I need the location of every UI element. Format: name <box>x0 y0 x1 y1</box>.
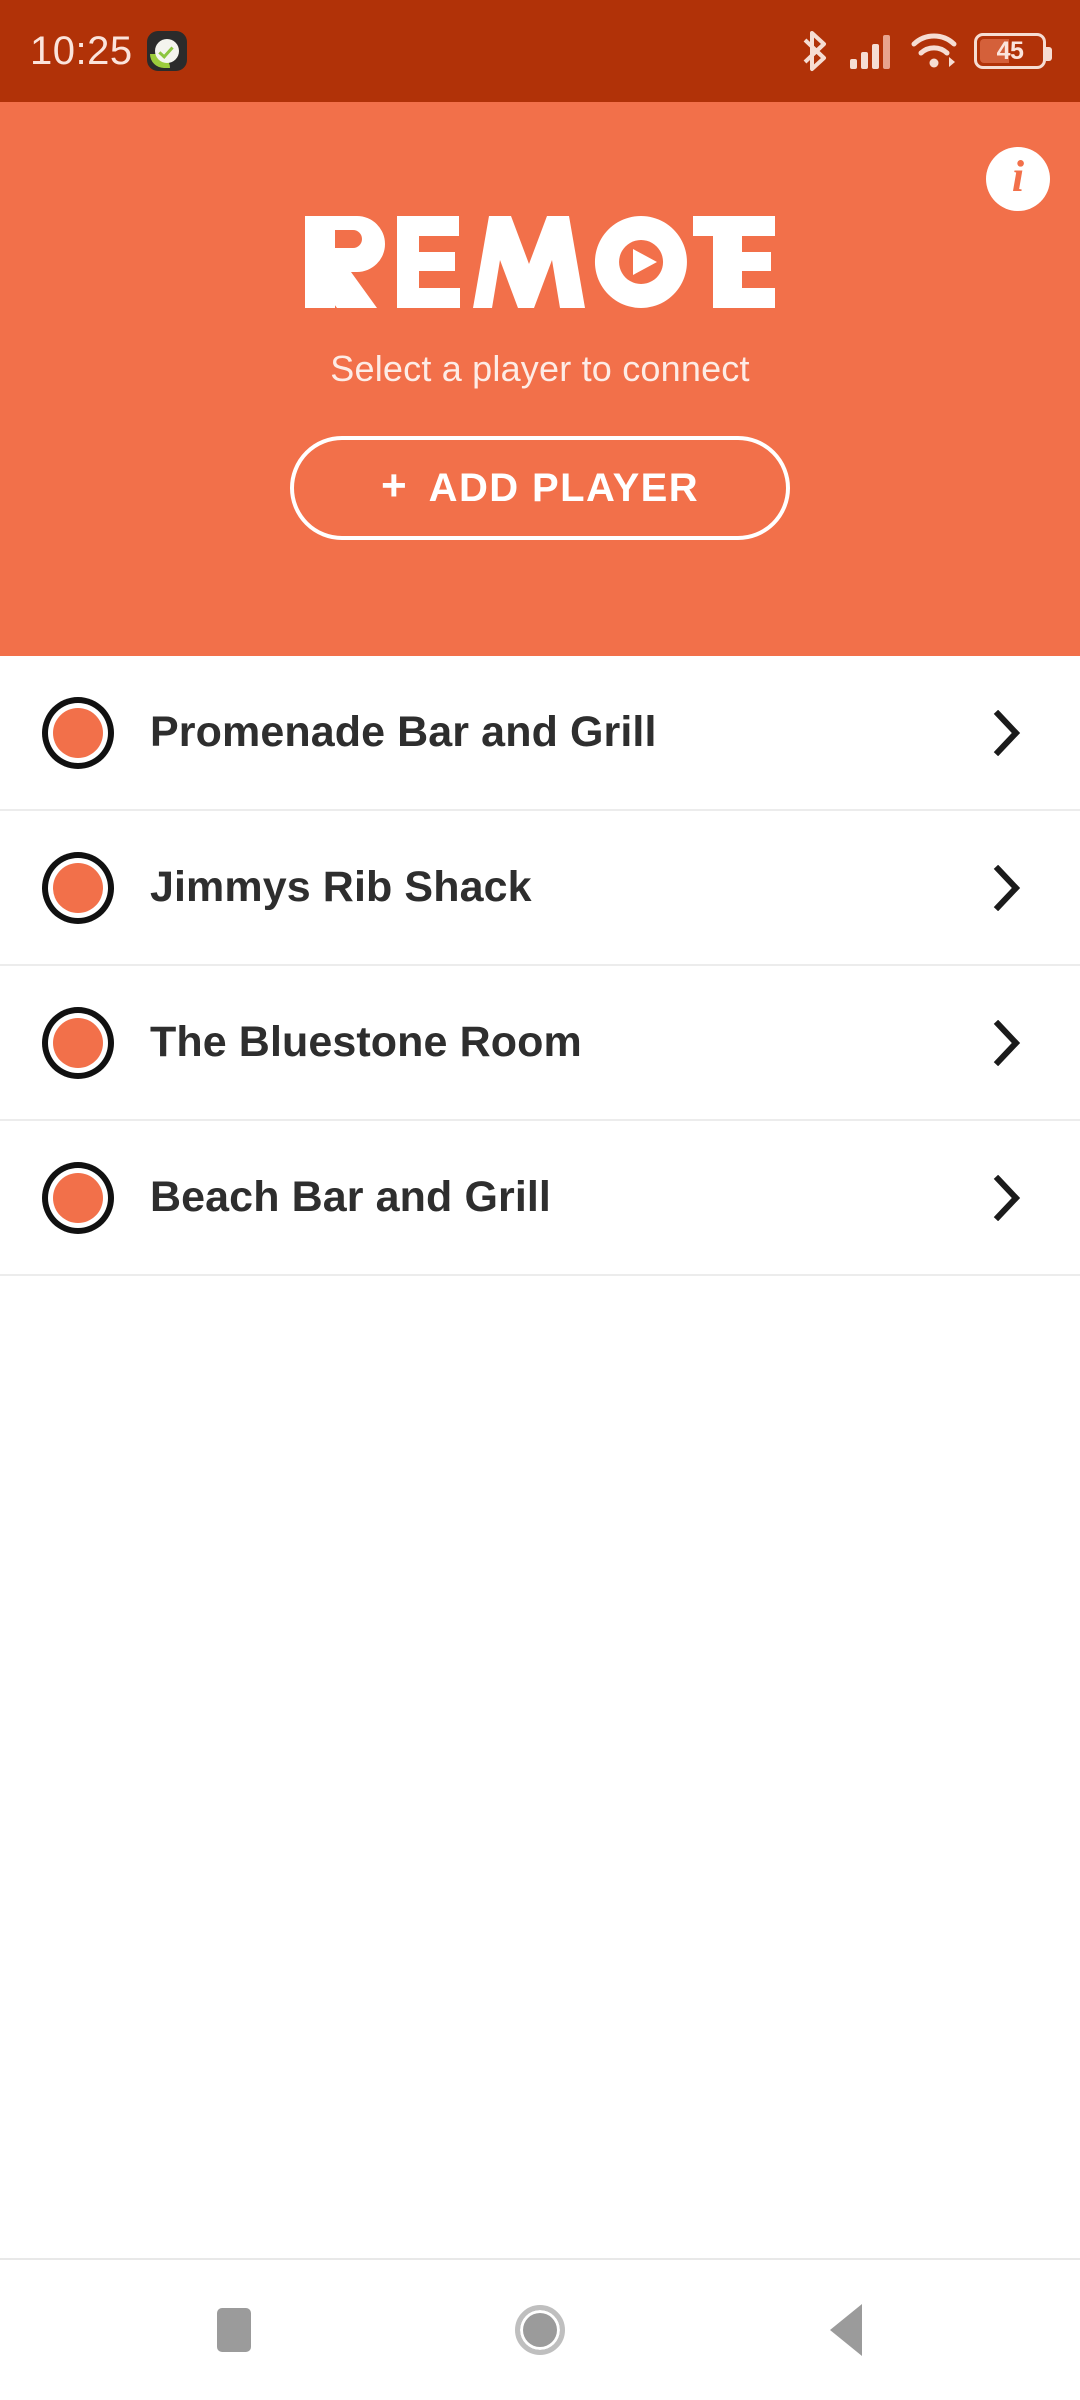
battery-percent-label: 45 <box>996 36 1024 65</box>
list-item[interactable]: Jimmys Rib Shack <box>0 811 1080 966</box>
player-name: Beach Bar and Grill <box>150 1173 551 1221</box>
player-status-dot <box>42 851 114 924</box>
info-icon[interactable]: i <box>986 147 1050 211</box>
android-nav-bar <box>0 2258 1080 2400</box>
app-screen: 10:25 45 i Select a player to connect + … <box>0 0 1080 2400</box>
add-player-label: ADD PLAYER <box>428 465 700 510</box>
battery-icon: 45 <box>974 33 1052 69</box>
status-bar-left: 10:25 <box>30 31 187 71</box>
chevron-right-icon[interactable] <box>980 861 1034 915</box>
home-circle-icon[interactable] <box>492 2282 588 2378</box>
app-header: i Select a player to connect + ADD PLAYE… <box>0 102 1080 656</box>
remote-logo <box>305 212 775 312</box>
player-status-dot <box>42 1006 114 1079</box>
player-name: Jimmys Rib Shack <box>150 863 532 911</box>
list-item[interactable]: Beach Bar and Grill <box>0 1121 1080 1276</box>
plus-icon: + <box>380 461 407 510</box>
player-status-dot <box>42 696 114 769</box>
status-bar-clock: 10:25 <box>30 29 133 73</box>
bluetooth-icon <box>803 30 833 72</box>
list-item[interactable]: Promenade Bar and Grill <box>0 656 1080 811</box>
play-triangle-icon <box>633 249 657 275</box>
wifi-icon <box>911 33 957 69</box>
player-list: Promenade Bar and Grill Jimmys Rib Shack <box>0 656 1080 2258</box>
chevron-right-icon[interactable] <box>980 706 1034 760</box>
chevron-right-icon[interactable] <box>980 1171 1034 1225</box>
player-status-dot <box>42 1161 114 1234</box>
info-icon-glyph: i <box>1011 152 1025 201</box>
status-bar: 10:25 45 <box>0 0 1080 102</box>
add-player-button[interactable]: + ADD PLAYER <box>290 436 790 540</box>
status-bar-right: 45 <box>803 30 1052 72</box>
player-name: Promenade Bar and Grill <box>150 708 657 756</box>
recents-square-icon[interactable] <box>186 2282 282 2378</box>
list-item[interactable]: The Bluestone Room <box>0 966 1080 1121</box>
app-checkmark-icon <box>146 31 187 71</box>
back-triangle-icon[interactable] <box>798 2282 894 2378</box>
chevron-right-icon[interactable] <box>980 1016 1034 1070</box>
cellular-signal-icon <box>850 33 894 69</box>
player-name: The Bluestone Room <box>150 1018 582 1066</box>
header-tagline: Select a player to connect <box>330 348 750 389</box>
